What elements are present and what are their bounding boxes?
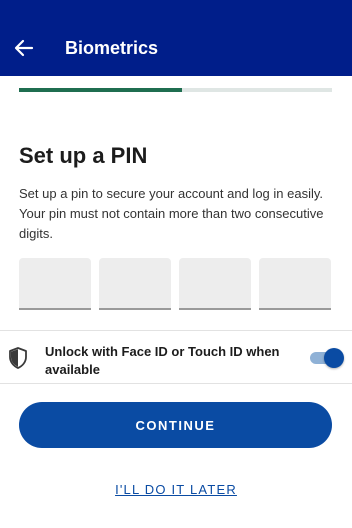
pin-digit-4[interactable] bbox=[259, 258, 331, 310]
toggle-thumb bbox=[324, 348, 344, 368]
progress-bar-fill bbox=[19, 88, 182, 92]
biometric-unlock-label: Unlock with Face ID or Touch ID when ava… bbox=[45, 344, 280, 377]
back-button[interactable] bbox=[10, 34, 38, 62]
pin-digit-3[interactable] bbox=[179, 258, 251, 310]
continue-button[interactable]: CONTINUE bbox=[19, 402, 332, 448]
section-heading: Set up a PIN bbox=[19, 143, 148, 168]
biometric-unlock-row: Unlock with Face ID or Touch ID when ava… bbox=[0, 330, 352, 384]
shield-icon bbox=[9, 347, 27, 369]
pin-setup-screen: Biometrics Set up a PIN Set up a pin to … bbox=[0, 0, 352, 528]
biometric-unlock-toggle[interactable] bbox=[308, 348, 344, 368]
app-bar: Biometrics bbox=[0, 0, 352, 76]
pin-input-group bbox=[19, 258, 332, 312]
pin-digit-2[interactable] bbox=[99, 258, 171, 310]
skip-link[interactable]: I'LL DO IT LATER bbox=[0, 481, 352, 499]
pin-digit-1[interactable] bbox=[19, 258, 91, 310]
progress-bar bbox=[19, 88, 332, 92]
page-title: Biometrics bbox=[65, 38, 159, 58]
pin-instructions: Set up a pin to secure your account and … bbox=[19, 186, 324, 241]
arrow-left-icon bbox=[14, 39, 34, 57]
